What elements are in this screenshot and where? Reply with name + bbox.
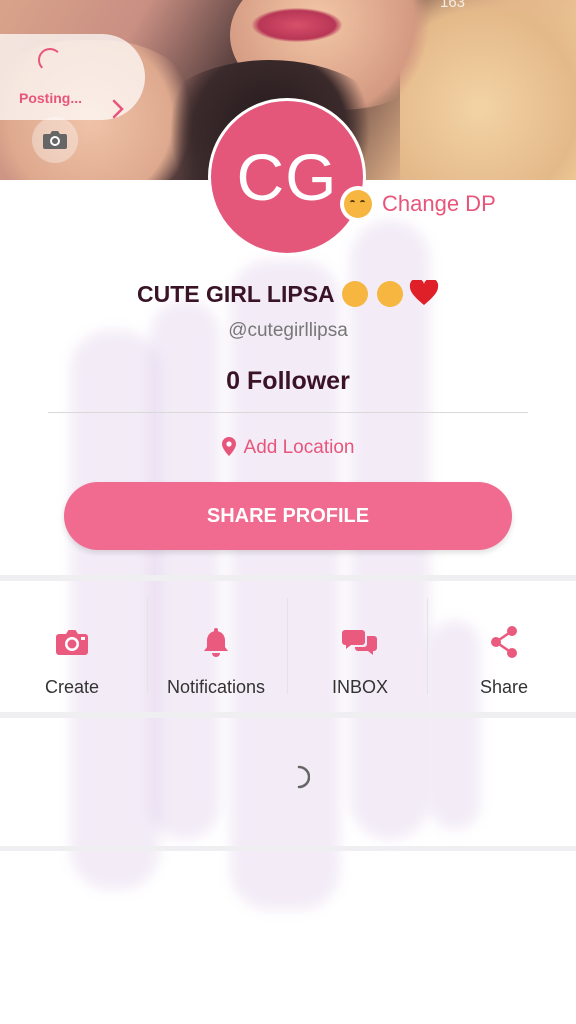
chevron-right-icon[interactable] [110, 98, 126, 120]
divider [48, 412, 528, 413]
profile-avatar[interactable]: CG [208, 98, 366, 256]
change-dp-label: Change DP [382, 191, 496, 216]
inbox-button[interactable]: INBOX [288, 598, 432, 698]
follower-count[interactable]: 0 Follower [0, 367, 576, 396]
share-icon [491, 625, 517, 658]
loading-spinner-icon [38, 48, 62, 72]
share-profile-button[interactable]: SHARE PROFILE [64, 482, 512, 550]
inbox-label: INBOX [331, 677, 388, 697]
avatar-initials: CG [236, 140, 338, 214]
profile-handle: @cutegirllipsa [228, 320, 348, 341]
smiling-face-with-hearts-icon [342, 281, 369, 307]
profile-name: CUTE GIRL LIPSA [0, 278, 576, 308]
create-label: Create [44, 677, 100, 697]
kissing-face-icon [340, 186, 376, 222]
section-divider [0, 575, 576, 581]
section-divider [0, 712, 576, 718]
notifications-label: Notifications [166, 677, 266, 697]
add-location-link[interactable]: Add Location [0, 437, 576, 459]
action-bar: Create Notifications INBOX Share [0, 598, 576, 698]
loading-spinner-icon [297, 765, 310, 789]
create-button[interactable]: Create [0, 598, 144, 698]
red-heart-icon [409, 278, 439, 305]
bell-icon [204, 627, 228, 657]
divider [147, 598, 148, 694]
divider [427, 598, 428, 694]
location-pin-icon [221, 437, 236, 456]
chat-icon [342, 629, 377, 655]
posting-label: Posting... [19, 90, 82, 106]
face-blowing-kiss-icon [376, 281, 403, 307]
share-button[interactable]: Share [432, 598, 576, 698]
cover-counter: 163 [440, 0, 466, 11]
section-divider [0, 846, 576, 851]
profile-name-text: CUTE GIRL LIPSA [137, 281, 334, 307]
change-dp-button[interactable]: Change DP [340, 186, 496, 222]
posting-status[interactable]: Posting... [0, 34, 145, 120]
camera-icon [43, 131, 67, 149]
camera-icon [56, 629, 88, 655]
notifications-button[interactable]: Notifications [144, 598, 288, 698]
divider [287, 598, 288, 694]
share-label: Share [479, 677, 529, 697]
add-location-label: Add Location [243, 437, 355, 458]
change-cover-button[interactable] [32, 117, 78, 163]
